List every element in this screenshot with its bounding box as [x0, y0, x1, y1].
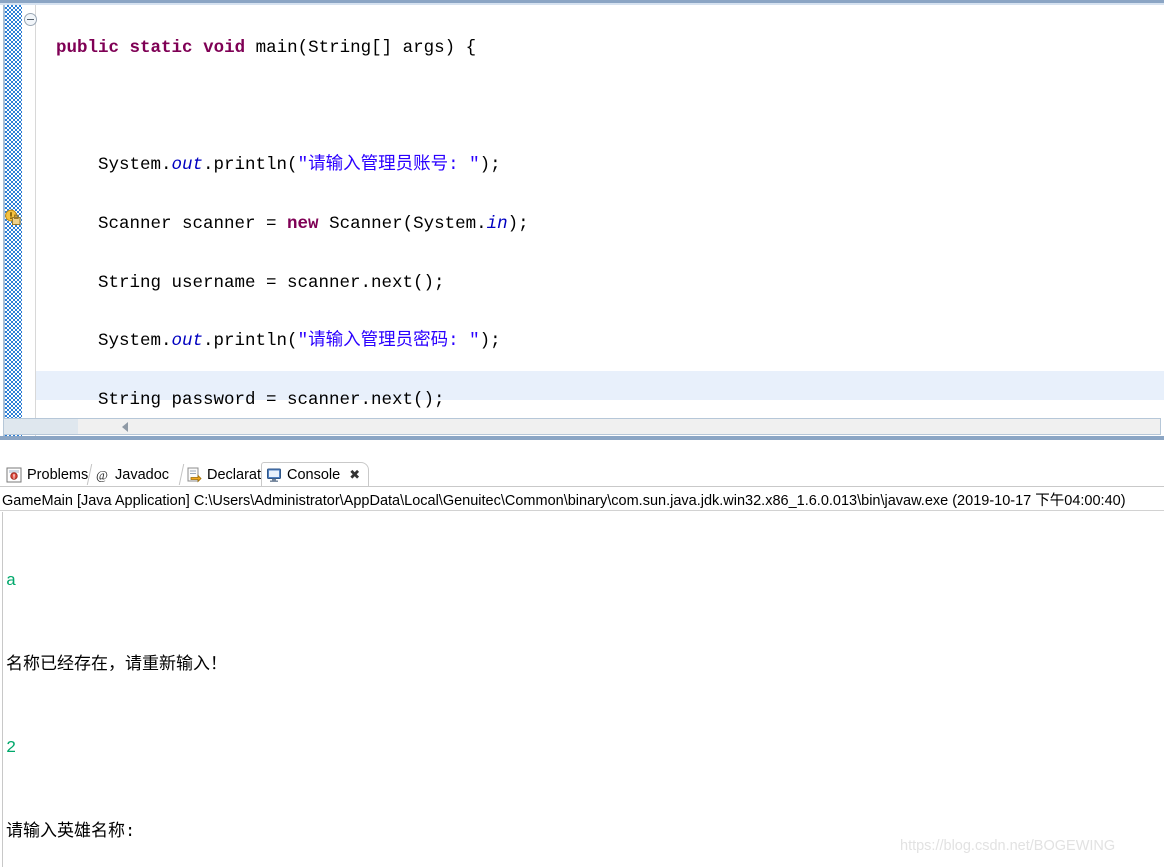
- code-line[interactable]: System.out.println("请输入管理员账号: ");: [36, 151, 1164, 180]
- tab-javadoc[interactable]: @ Javadoc: [90, 462, 182, 487]
- editor-annotation-gutter[interactable]: [22, 5, 36, 440]
- tab-problems-label: Problems: [27, 466, 89, 483]
- declaration-icon: [186, 467, 202, 483]
- editor-code-canvas[interactable]: public static void main(String[] args) {…: [36, 5, 1164, 418]
- tab-console[interactable]: Console ✖: [261, 462, 369, 487]
- code-line[interactable]: System.out.println("请输入管理员密码: ");: [36, 327, 1164, 356]
- watermark: https://blog.csdn.net/BOGEWING: [900, 838, 1116, 854]
- svg-text:@: @: [96, 467, 108, 482]
- console-output-area[interactable]: a 名称已经存在，请重新输入！ 2 请输入英雄名称: as 请输入英雄攻击力: …: [0, 512, 1164, 867]
- console-view: Problems @ Javadoc Declaration Console ✖…: [0, 440, 1164, 867]
- eclipse-ide-window: public static void main(String[] args) {…: [0, 0, 1164, 867]
- javadoc-at-icon: @: [94, 467, 110, 483]
- code-line[interactable]: Scanner scanner = new Scanner(System.in)…: [36, 210, 1164, 239]
- console-left-rule: [2, 512, 3, 867]
- tab-problems[interactable]: Problems: [2, 462, 90, 487]
- java-source-editor[interactable]: public static void main(String[] args) {…: [0, 5, 1164, 440]
- editor-hscrollbar-thumb[interactable]: [4, 419, 78, 434]
- warning-marker-icon[interactable]: [4, 209, 22, 226]
- problems-icon: [6, 467, 22, 483]
- console-line: a: [6, 571, 17, 591]
- console-line: 2: [6, 739, 17, 759]
- console-line: 名称已经存在，请重新输入！: [6, 655, 227, 675]
- console-line: 请输入英雄名称:: [6, 822, 136, 842]
- code-line[interactable]: String username = scanner.next();: [36, 269, 1164, 298]
- editor-horizontal-scrollbar[interactable]: [3, 418, 1161, 435]
- console-icon: [266, 467, 282, 483]
- code-line[interactable]: public static void main(String[] args) {: [36, 34, 1164, 63]
- tabbar-underline: [0, 486, 1164, 487]
- tab-javadoc-label: Javadoc: [115, 466, 170, 483]
- scroll-left-arrow-icon[interactable]: [122, 422, 128, 432]
- code-line[interactable]: [36, 93, 1164, 122]
- close-icon[interactable]: ✖: [349, 468, 360, 483]
- code-line[interactable]: String password = scanner.next();: [36, 386, 1164, 415]
- console-output-lines[interactable]: a 名称已经存在，请重新输入！ 2 请输入英雄名称: as 请输入英雄攻击力: …: [6, 512, 679, 867]
- console-process-separator: [0, 510, 1164, 511]
- console-process-label: GameMain [Java Application] C:\Users\Adm…: [2, 493, 1126, 509]
- tab-console-label: Console: [287, 467, 341, 483]
- bottom-view-tabbar[interactable]: Problems @ Javadoc Declaration Console ✖: [0, 462, 1164, 487]
